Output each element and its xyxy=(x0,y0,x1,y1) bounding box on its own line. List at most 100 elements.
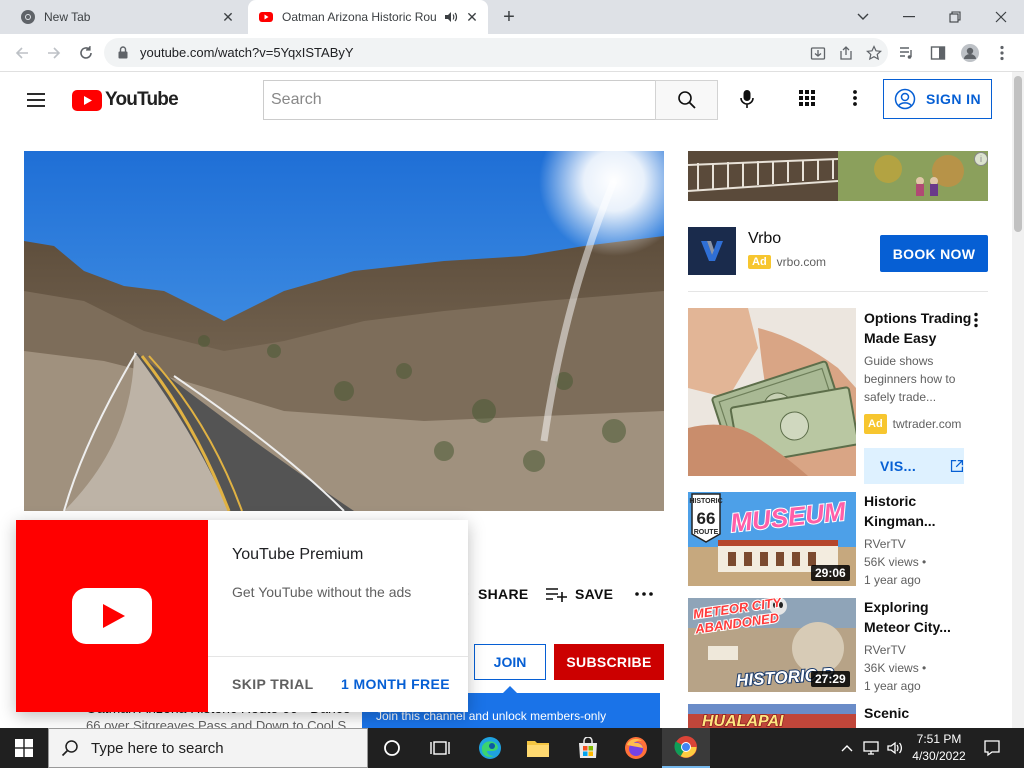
youtube-logo[interactable]: YouTube xyxy=(72,88,179,112)
taskbar-search-box[interactable]: Type here to search xyxy=(48,728,368,768)
promo-domain: Ad twtrader.com xyxy=(864,414,961,434)
video-thumbnail[interactable]: HUALAPAI xyxy=(688,704,856,728)
volume-icon[interactable] xyxy=(884,728,906,768)
voice-search-button[interactable] xyxy=(732,84,762,114)
promo-description: Guide shows beginners how to safely trad… xyxy=(864,354,956,404)
save-button[interactable]: SAVE xyxy=(545,580,613,608)
taskbar-clock[interactable]: 7:51 PM 4/30/2022 xyxy=(906,731,972,765)
video-title[interactable]: Exploring Meteor City... xyxy=(864,597,972,637)
show-hidden-icons-chevron-icon[interactable] xyxy=(838,728,856,768)
notifications-icon[interactable] xyxy=(980,728,1004,768)
network-icon[interactable] xyxy=(860,728,882,768)
promo-domain-text: twtrader.com xyxy=(892,417,962,431)
url-text: youtube.com/watch?v=5YqxISTAByY xyxy=(140,45,354,60)
side-panel-icon[interactable] xyxy=(924,39,952,67)
save-label: SAVE xyxy=(575,586,614,602)
new-tab-button[interactable]: + xyxy=(498,7,520,29)
account-circle-icon xyxy=(894,88,916,110)
search-input[interactable]: Search xyxy=(263,80,656,120)
tab-new-tab[interactable]: New Tab ✕ xyxy=(8,0,244,34)
sign-in-button[interactable]: SIGN IN xyxy=(883,79,992,119)
visit-site-button[interactable]: VIS... xyxy=(864,448,964,484)
video-duration: 29:06 xyxy=(811,565,850,581)
file-explorer-icon[interactable] xyxy=(514,728,562,768)
sign-in-label: SIGN IN xyxy=(926,91,981,107)
close-tab-icon[interactable]: ✕ xyxy=(220,9,236,25)
video-title[interactable]: Historic Kingman... xyxy=(864,491,972,531)
ad-badge: Ad xyxy=(748,255,771,269)
skip-trial-button[interactable]: SKIP TRIAL xyxy=(232,676,314,692)
forward-button[interactable] xyxy=(40,39,68,67)
tab-search-chevron-icon[interactable] xyxy=(840,0,886,34)
page-scrollbar[interactable] xyxy=(1012,72,1024,728)
edge-icon[interactable] xyxy=(466,728,514,768)
video-title[interactable]: Scenic xyxy=(864,703,972,723)
page-scrollbar-thumb[interactable] xyxy=(1014,76,1022,232)
ad-advertiser-name[interactable]: Vrbo xyxy=(748,230,781,248)
join-button[interactable]: JOIN xyxy=(474,644,546,680)
chrome-taskbar-icon[interactable] xyxy=(662,728,710,768)
search-icon xyxy=(61,740,78,757)
one-month-free-button[interactable]: 1 MONTH FREE xyxy=(341,676,450,692)
reload-button[interactable] xyxy=(72,39,100,67)
promo-thumbnail[interactable] xyxy=(688,308,856,476)
cortana-icon[interactable] xyxy=(368,728,416,768)
ad-banner-image[interactable] xyxy=(688,151,988,201)
hamburger-menu-icon[interactable] xyxy=(24,88,48,112)
promo-more-icon[interactable] xyxy=(968,310,984,330)
premium-red-panel xyxy=(16,520,208,712)
windows-logo-icon xyxy=(15,739,33,757)
playlist-add-icon xyxy=(546,588,567,602)
share-label: SHARE xyxy=(478,586,529,602)
video-duration: 27:29 xyxy=(811,671,850,687)
visit-site-label: VIS... xyxy=(880,458,917,474)
clock-date: 4/30/2022 xyxy=(912,749,966,763)
install-app-icon[interactable] xyxy=(804,39,832,67)
back-button[interactable] xyxy=(8,39,36,67)
premium-divider xyxy=(208,656,468,657)
more-actions-icon[interactable] xyxy=(634,580,654,608)
start-button[interactable] xyxy=(0,728,48,768)
ad-domain-text: vrbo.com xyxy=(776,255,827,269)
ad-info-icon[interactable]: i xyxy=(974,152,988,166)
task-view-icon[interactable] xyxy=(416,728,464,768)
youtube-premium-popup: YouTube Premium Get YouTube without the … xyxy=(16,520,468,712)
audio-playing-icon[interactable] xyxy=(444,10,458,24)
apps-grid-icon[interactable] xyxy=(795,86,819,110)
microsoft-store-icon[interactable] xyxy=(564,728,612,768)
promo-title[interactable]: Options Trading Made Easy xyxy=(864,308,972,348)
media-control-icon[interactable] xyxy=(892,39,920,67)
svg-text:HISTORIC: HISTORIC xyxy=(689,498,722,505)
youtube-favicon-icon xyxy=(258,9,274,25)
browser-tab-strip: New Tab ✕ Oatman Arizona Historic Rou ✕ … xyxy=(0,0,1024,34)
search-icon xyxy=(677,91,696,109)
lock-icon[interactable] xyxy=(118,46,128,59)
profile-avatar-icon[interactable] xyxy=(956,39,984,67)
video-player[interactable] xyxy=(24,151,664,511)
premium-title: YouTube Premium xyxy=(232,546,364,563)
close-tab-icon[interactable]: ✕ xyxy=(464,9,480,25)
video-channel[interactable]: RVerTV xyxy=(864,535,906,553)
tab-title: Oatman Arizona Historic Rou xyxy=(282,10,437,24)
share-button[interactable]: SHARE xyxy=(458,580,529,608)
search-button[interactable] xyxy=(655,80,718,120)
minimize-button[interactable] xyxy=(886,0,932,34)
tab-youtube-video[interactable]: Oatman Arizona Historic Rou ✕ xyxy=(248,0,488,34)
close-window-button[interactable] xyxy=(978,0,1024,34)
restore-button[interactable] xyxy=(932,0,978,34)
tab-title: New Tab xyxy=(44,10,91,24)
video-channel[interactable]: RVerTV xyxy=(864,641,906,659)
book-now-button[interactable]: BOOK NOW xyxy=(880,235,988,272)
svg-text:HUALAPAI: HUALAPAI xyxy=(702,713,784,728)
premium-description: Get YouTube without the ads xyxy=(232,584,412,600)
share-icon[interactable] xyxy=(832,39,860,67)
vrbo-logo[interactable] xyxy=(688,227,736,275)
settings-more-icon[interactable] xyxy=(843,86,867,110)
video-frame-desert-road xyxy=(24,151,664,511)
video-age: 1 year ago xyxy=(864,573,921,587)
chrome-menu-icon[interactable] xyxy=(988,39,1016,67)
bookmark-star-icon[interactable] xyxy=(860,39,888,67)
subscribe-button[interactable]: SUBSCRIBE xyxy=(554,644,664,680)
address-bar[interactable]: youtube.com/watch?v=5YqxISTAByY xyxy=(104,38,888,67)
firefox-icon[interactable] xyxy=(612,728,660,768)
